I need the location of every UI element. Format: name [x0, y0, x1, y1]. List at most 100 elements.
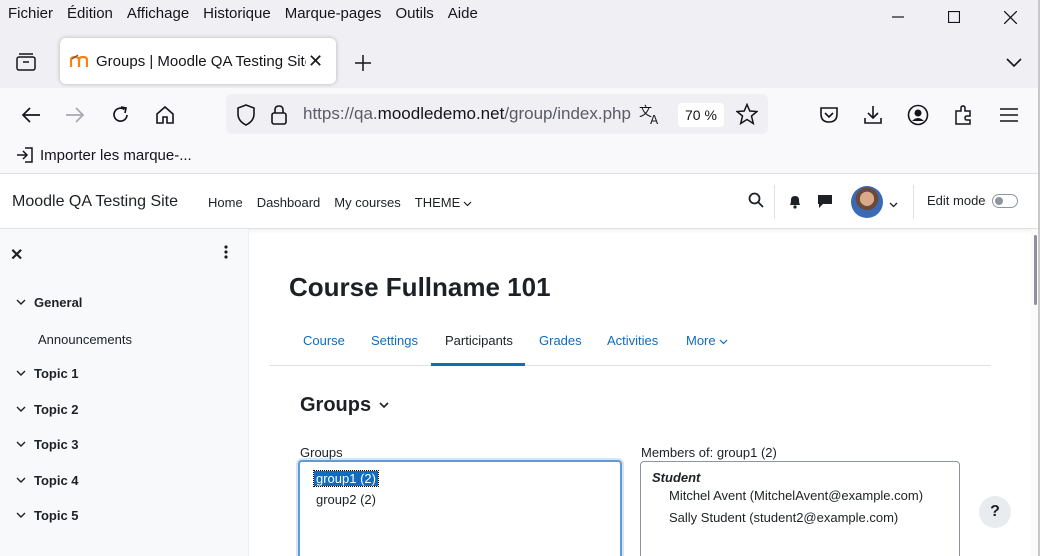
menu-fichier[interactable]: Fichier	[0, 2, 60, 26]
home-icon	[156, 105, 174, 124]
chevron-down-icon	[379, 402, 389, 409]
member-item[interactable]: Mitchel Avent (MitchelAvent@example.com)	[669, 488, 923, 503]
menu-historique[interactable]: Historique	[196, 2, 278, 26]
menu-affichage[interactable]: Affichage	[120, 2, 196, 26]
member-item[interactable]: Sally Student (student2@example.com)	[669, 510, 898, 525]
search-icon[interactable]	[748, 192, 764, 211]
chevron-down-icon[interactable]	[16, 370, 28, 377]
tab-more-label: More	[686, 333, 716, 348]
tab-list-button[interactable]	[10, 48, 42, 76]
nav-link-dashboard[interactable]: Dashboard	[257, 195, 321, 210]
home-button[interactable]	[150, 100, 180, 130]
bookmarks-toolbar: Importer les marque-...	[0, 140, 1040, 174]
tab-more[interactable]: More	[686, 333, 728, 348]
primary-navigation: Home Dashboard My courses THEME	[208, 175, 486, 229]
maximize-icon	[948, 11, 960, 23]
tab-list-icon	[16, 53, 36, 71]
user-avatar[interactable]	[851, 186, 883, 218]
chevron-down-icon[interactable]	[16, 406, 28, 413]
tab-grades[interactable]: Grades	[539, 333, 582, 348]
messages-chat-icon[interactable]	[817, 194, 833, 212]
account-icon	[907, 104, 929, 126]
star-bookmark-icon[interactable]	[735, 102, 759, 128]
edit-mode-toggle[interactable]	[992, 194, 1018, 208]
drawer-section-topic-2[interactable]: Topic 2	[16, 402, 79, 417]
url-text[interactable]: https://qa.moodledemo.net/group/index.ph…	[303, 94, 633, 134]
url-domain: moodledemo.net	[377, 104, 505, 123]
list-all-tabs-button[interactable]	[1000, 50, 1028, 76]
notifications-bell-icon[interactable]	[788, 194, 802, 212]
tab-participants[interactable]: Participants	[445, 333, 513, 348]
plus-icon	[355, 55, 371, 71]
import-icon	[17, 147, 33, 163]
nav-link-theme[interactable]: THEME	[415, 195, 473, 210]
zoom-level-indicator[interactable]: 70 %	[678, 103, 724, 127]
chevron-down-icon	[1006, 58, 1022, 68]
downloads-button[interactable]	[858, 100, 888, 130]
chevron-down-icon	[463, 201, 472, 206]
menu-edition[interactable]: Édition	[60, 2, 120, 26]
tab-activities[interactable]: Activities	[607, 333, 658, 348]
drawer-section-topic-5[interactable]: Topic 5	[16, 508, 79, 523]
groups-heading-dropdown[interactable]: Groups	[300, 394, 389, 417]
navbar-divider	[913, 185, 914, 219]
chevron-down-icon[interactable]	[16, 512, 28, 519]
tab-course[interactable]: Course	[303, 333, 345, 348]
menu-outils[interactable]: Outils	[388, 2, 440, 26]
drawer-section-topic-1[interactable]: Topic 1	[16, 366, 79, 381]
scrollbar-thumb[interactable]	[1034, 235, 1037, 305]
navbar-divider	[774, 185, 775, 219]
toggle-knob	[995, 197, 1003, 205]
tab-bar: Groups | Moodle QA Testing Site ✕	[0, 28, 1040, 88]
drawer-section-topic-3[interactable]: Topic 3	[16, 437, 79, 452]
course-index-drawer: ✕ General Announcements Topic 1 Topic 2 …	[0, 229, 249, 556]
back-button[interactable]	[16, 100, 46, 130]
navigation-toolbar: https://qa.moodledemo.net/group/index.ph…	[0, 88, 1040, 140]
pocket-button[interactable]	[814, 100, 844, 130]
app-menu-button[interactable]	[994, 100, 1024, 130]
download-icon	[864, 106, 882, 124]
groups-heading: Groups	[300, 394, 372, 416]
nav-link-home[interactable]: Home	[208, 195, 243, 210]
site-brand[interactable]: Moodle QA Testing Site	[12, 175, 178, 229]
lock-icon[interactable]	[270, 104, 288, 129]
url-prefix: https://qa.	[303, 104, 378, 123]
members-list[interactable]: Student Mitchel Avent (MitchelAvent@exam…	[640, 461, 960, 556]
browser-tab-active[interactable]: Groups | Moodle QA Testing Site ✕	[60, 38, 336, 84]
members-list-label: Members of: group1 (2)	[641, 445, 777, 460]
reload-button[interactable]	[106, 100, 136, 130]
drawer-section-topic-4[interactable]: Topic 4	[16, 473, 79, 488]
forward-button[interactable]	[60, 100, 90, 130]
import-bookmarks-button[interactable]: Importer les marque-...	[16, 146, 192, 164]
moodle-navbar: Moodle QA Testing Site Home Dashboard My…	[0, 175, 1040, 229]
help-button[interactable]: ?	[979, 496, 1011, 528]
address-bar[interactable]: https://qa.moodledemo.net/group/index.ph…	[226, 94, 768, 134]
translate-icon[interactable]: 文A	[639, 103, 663, 128]
chevron-down-icon[interactable]	[16, 441, 28, 448]
chevron-down-icon[interactable]	[16, 299, 28, 306]
drawer-options-kebab-icon[interactable]	[224, 245, 228, 262]
groups-list-label: Groups	[300, 445, 343, 460]
drawer-section-label: Topic 2	[34, 402, 79, 417]
puzzle-icon	[955, 105, 971, 125]
group-option-selected[interactable]: group1 (2)	[313, 470, 379, 487]
import-bookmarks-label: Importer les marque-...	[40, 146, 192, 164]
user-menu-chevron-down-icon[interactable]	[889, 196, 898, 211]
nav-link-my-courses[interactable]: My courses	[334, 195, 400, 210]
drawer-activity-announcements[interactable]: Announcements	[38, 332, 132, 347]
drawer-section-label: Topic 1	[34, 366, 79, 381]
tab-settings[interactable]: Settings	[371, 333, 418, 348]
chevron-down-icon[interactable]	[16, 477, 28, 484]
new-tab-button[interactable]	[350, 50, 376, 76]
drawer-section-general[interactable]: General	[16, 295, 82, 310]
menu-aide[interactable]: Aide	[441, 2, 485, 26]
page-title: Course Fullname 101	[289, 272, 551, 302]
extensions-button[interactable]	[949, 100, 979, 130]
tab-close-icon[interactable]: ✕	[308, 51, 323, 72]
close-drawer-icon[interactable]: ✕	[10, 245, 23, 265]
account-button[interactable]	[903, 100, 933, 130]
shield-icon[interactable]	[236, 104, 256, 129]
group-option[interactable]: group2 (2)	[314, 492, 378, 507]
groups-select-list[interactable]: group1 (2) group2 (2)	[298, 460, 622, 556]
menu-marque-pages[interactable]: Marque-pages	[278, 2, 389, 26]
